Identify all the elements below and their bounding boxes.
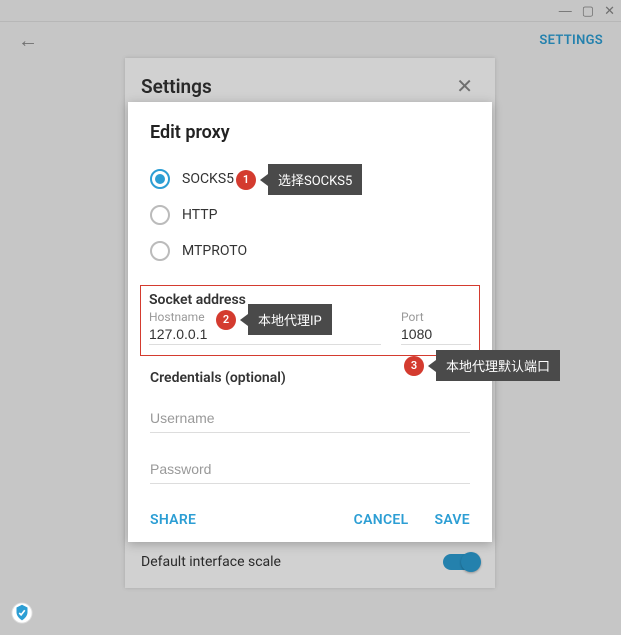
callout-2: 2 本地代理IP xyxy=(216,304,332,335)
radio-label: HTTP xyxy=(182,207,217,223)
modal-title: Edit proxy xyxy=(150,122,470,143)
callout-1: 1 选择SOCKS5 xyxy=(236,164,362,195)
callout-text: 本地代理IP xyxy=(248,304,332,335)
radio-label: SOCKS5 xyxy=(182,171,234,187)
callout-badge: 3 xyxy=(404,356,424,376)
port-input[interactable] xyxy=(401,324,471,345)
radio-icon xyxy=(150,205,170,225)
radio-http[interactable]: HTTP xyxy=(150,197,470,233)
modal-footer: SHARE CANCEL SAVE xyxy=(150,512,470,528)
port-label: Port xyxy=(401,310,471,324)
shield-icon[interactable] xyxy=(10,601,34,625)
callout-3: 3 本地代理默认端口 xyxy=(404,350,560,381)
callout-text: 选择SOCKS5 xyxy=(268,164,362,195)
save-button[interactable]: SAVE xyxy=(434,512,470,528)
callout-badge: 1 xyxy=(236,170,256,190)
username-input[interactable] xyxy=(150,404,470,433)
radio-label: MTPROTO xyxy=(182,243,247,259)
radio-icon xyxy=(150,169,170,189)
radio-icon xyxy=(150,241,170,261)
password-input[interactable] xyxy=(150,455,470,484)
share-button[interactable]: SHARE xyxy=(150,512,196,528)
callout-arrow-icon xyxy=(428,360,436,372)
cancel-button[interactable]: CANCEL xyxy=(354,512,409,528)
callout-arrow-icon xyxy=(260,174,268,186)
port-field: Port xyxy=(401,310,471,345)
callout-arrow-icon xyxy=(240,314,248,326)
radio-mtproto[interactable]: MTPROTO xyxy=(150,233,470,269)
callout-badge: 2 xyxy=(216,310,236,330)
callout-text: 本地代理默认端口 xyxy=(436,350,560,381)
